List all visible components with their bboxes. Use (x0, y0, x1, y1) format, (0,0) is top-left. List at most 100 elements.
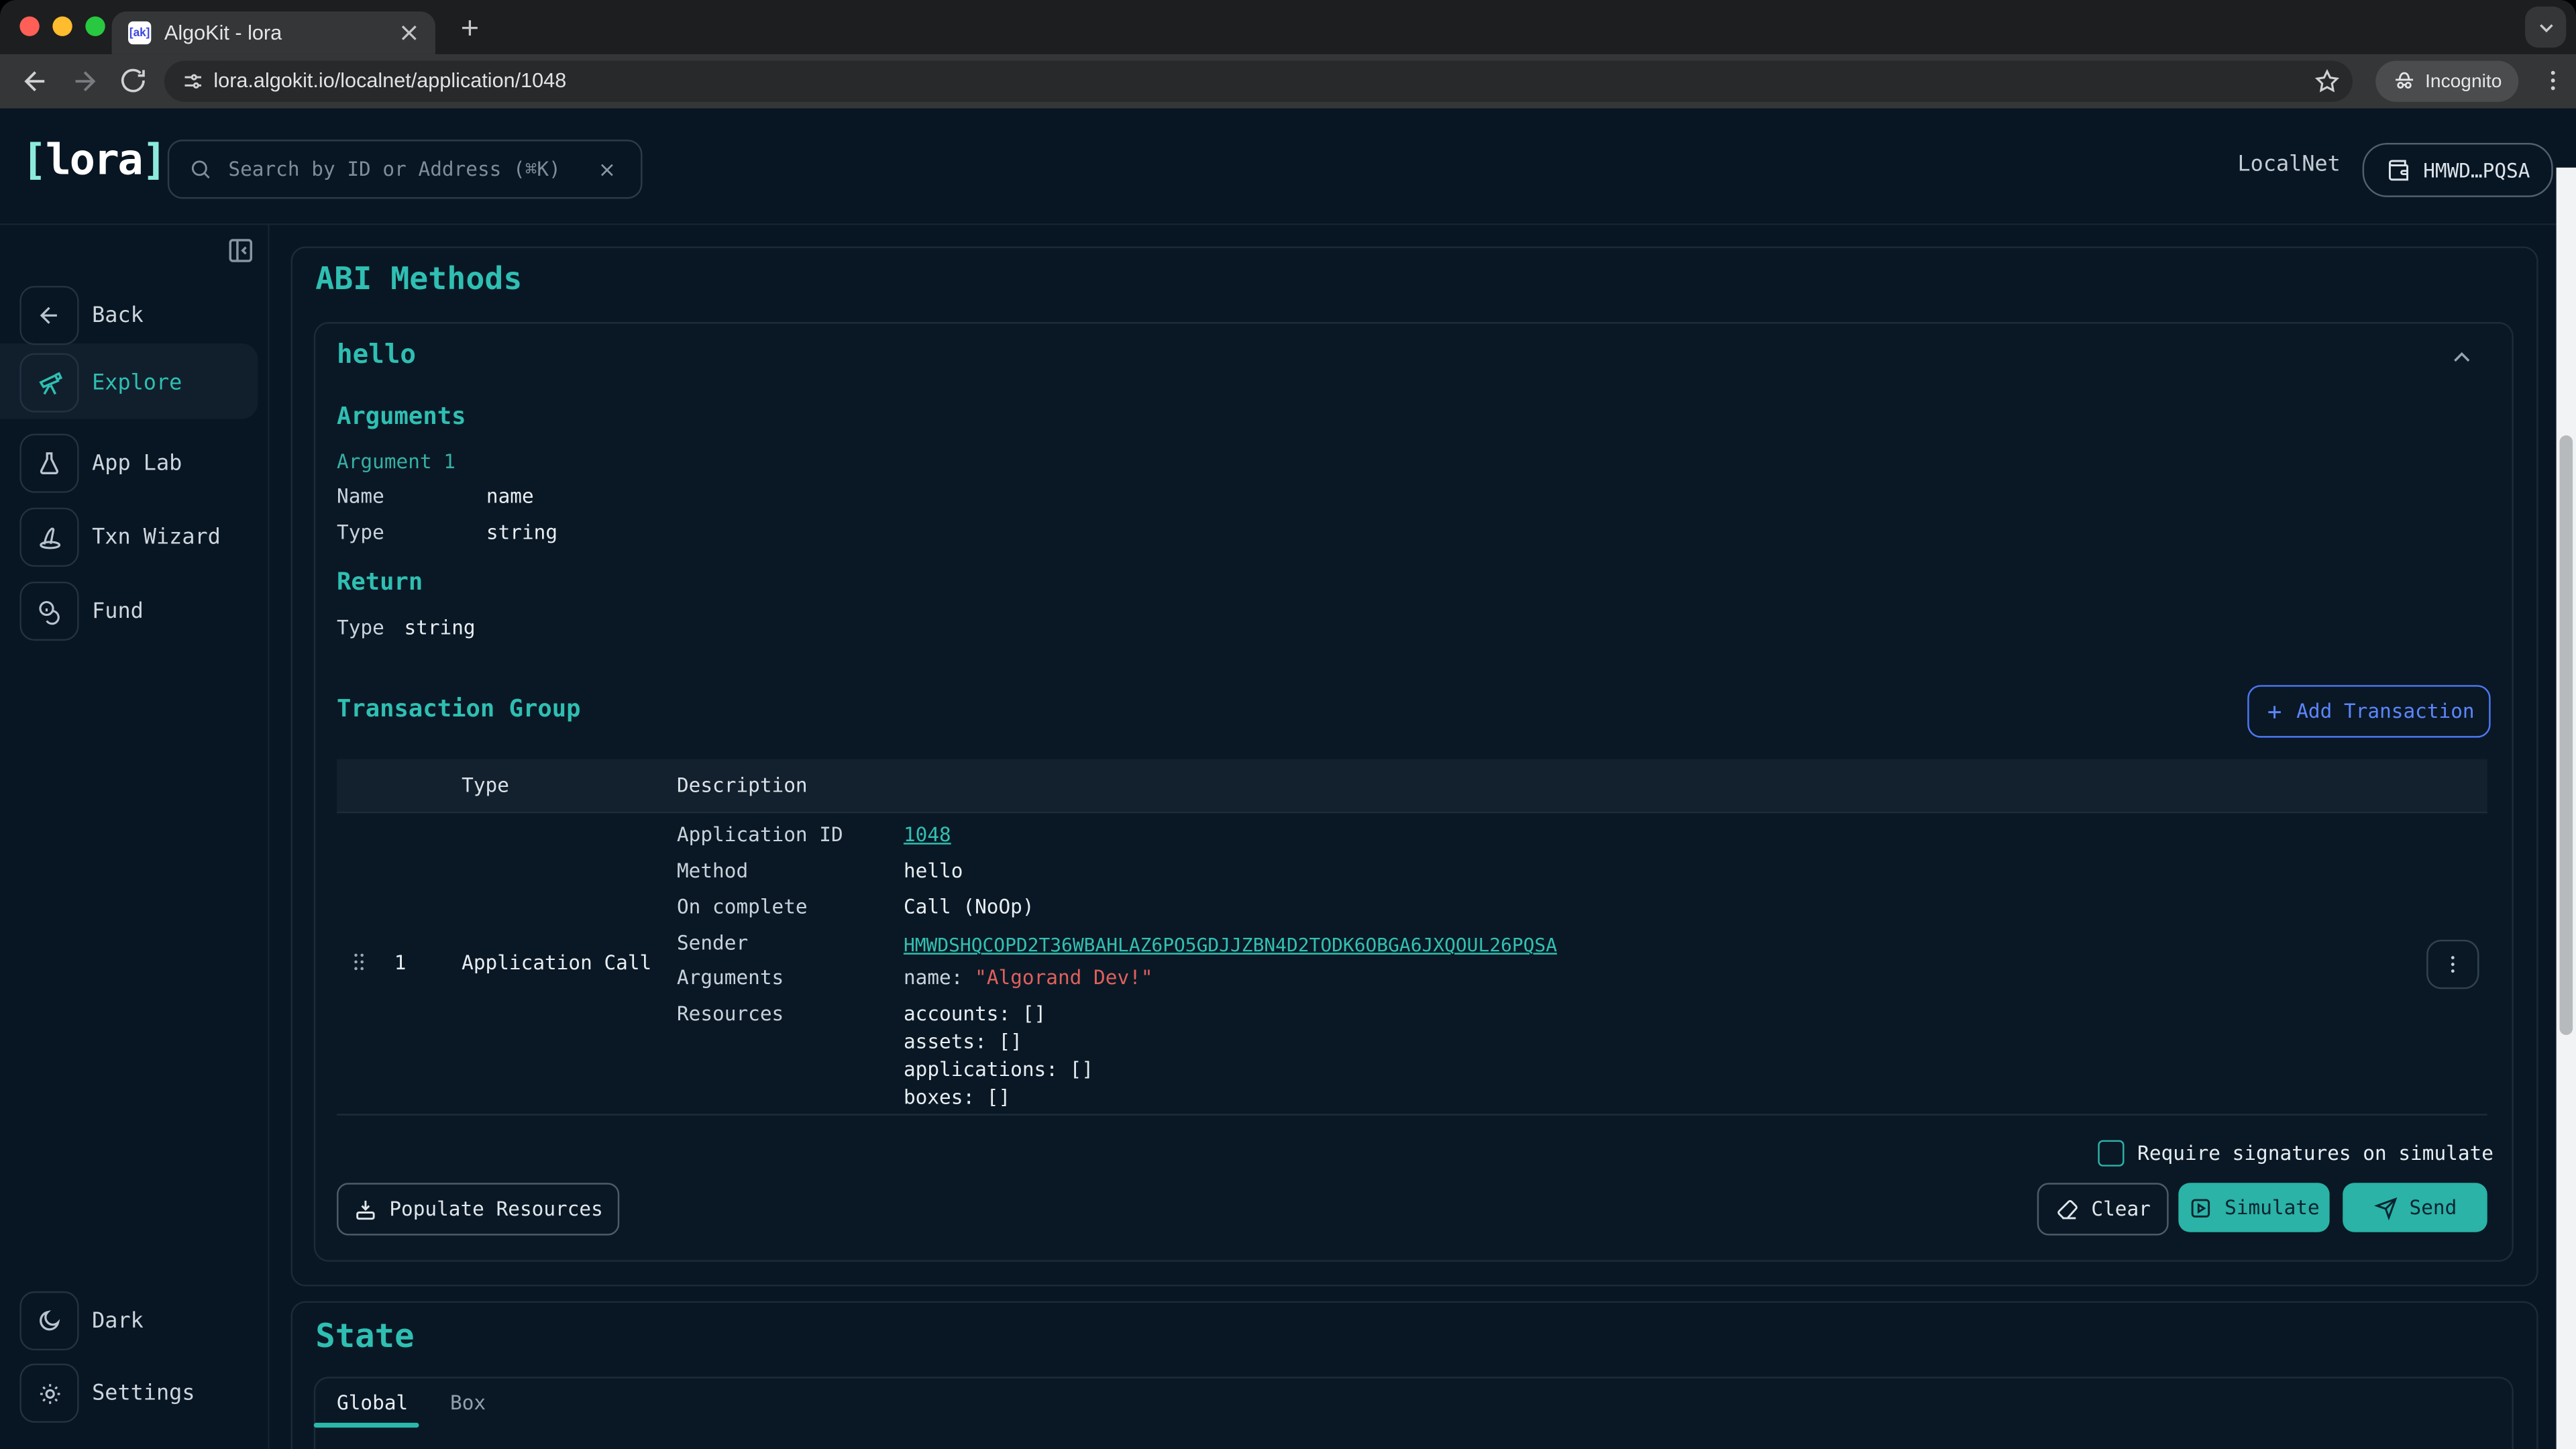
send-button[interactable]: Send (2343, 1183, 2487, 1232)
sidebar-item-app-lab[interactable]: App Lab (19, 434, 182, 493)
txn-row-type: Application Call (462, 951, 651, 974)
field-label: Sender (677, 932, 748, 955)
sidebar-item-label: Txn Wizard (92, 525, 221, 549)
resource-item: applications: [] (904, 1058, 1093, 1081)
sidebar-item-label: Back (92, 303, 144, 328)
wizard-hat-icon (19, 508, 78, 567)
arguments-heading: Arguments (337, 404, 466, 430)
wallet-icon (2385, 157, 2412, 183)
return-heading: Return (337, 570, 423, 596)
field-label: Arguments (677, 966, 784, 989)
search-input[interactable] (225, 156, 574, 182)
back-icon[interactable] (19, 66, 51, 97)
sidebar-item-dark-mode[interactable]: Dark (19, 1291, 143, 1350)
global-search[interactable] (168, 140, 643, 199)
tab-box[interactable]: Box (450, 1391, 486, 1414)
add-transaction-button[interactable]: Add Transaction (2247, 685, 2490, 737)
incognito-label: Incognito (2425, 72, 2502, 91)
incognito-badge: Incognito (2375, 61, 2518, 102)
field-label: Application ID (677, 823, 843, 846)
eraser-icon (2055, 1197, 2080, 1222)
require-signatures-label: Require signatures on simulate (2137, 1142, 2493, 1165)
tab-search-chevron-icon[interactable] (2525, 7, 2566, 48)
method-name: hello (337, 338, 416, 370)
browser-chrome: [ak] AlgoKit - lora (0, 0, 2576, 109)
plus-icon (2263, 700, 2285, 722)
window-zoom-button[interactable] (85, 16, 105, 36)
site-settings-icon[interactable] (180, 69, 205, 94)
application-id-link[interactable]: 1048 (904, 823, 951, 846)
arrow-left-icon (19, 286, 78, 345)
tab-favicon: [ak] (128, 21, 151, 44)
transaction-group-heading: Transaction Group (337, 696, 580, 722)
wallet-address: HMWD…PQSA (2423, 158, 2530, 181)
send-icon (2373, 1195, 2398, 1220)
lora-logo[interactable]: [lora] (21, 136, 166, 185)
sidebar-item-back[interactable]: Back (19, 286, 143, 345)
drag-handle-icon[interactable] (347, 948, 372, 976)
sidebar-item-fund[interactable]: Fund (19, 582, 143, 641)
incognito-icon (2392, 69, 2417, 94)
populate-resources-button[interactable]: Populate Resources (337, 1183, 619, 1235)
sidebar-item-label: Settings (92, 1381, 195, 1405)
browser-tab[interactable]: [ak] AlgoKit - lora (112, 11, 435, 54)
field-label: On complete (677, 896, 808, 918)
header-divider (0, 223, 2576, 225)
sidebar-item-explore[interactable]: Explore (19, 354, 182, 413)
simulate-button[interactable]: Simulate (2178, 1183, 2329, 1232)
sidebar-item-settings[interactable]: Settings (19, 1364, 195, 1423)
telescope-icon (19, 354, 78, 413)
row-menu-button[interactable] (2426, 940, 2479, 989)
download-icon (353, 1197, 378, 1222)
browser-menu-icon[interactable] (2540, 67, 2566, 93)
network-label[interactable]: LocalNet (2238, 153, 2341, 178)
column-header-description: Description (677, 773, 808, 796)
field-label: Resources (677, 1002, 784, 1025)
clear-button[interactable]: Clear (2037, 1183, 2169, 1235)
flask-icon (19, 434, 78, 493)
sidebar-divider (268, 225, 269, 1449)
url-bar[interactable]: lora.algokit.io/localnet/application/104… (164, 61, 2353, 102)
forward-icon[interactable] (69, 66, 101, 97)
search-clear-icon[interactable] (596, 158, 618, 180)
search-icon (189, 158, 212, 180)
column-header-type: Type (462, 773, 509, 796)
window-minimize-button[interactable] (52, 16, 72, 36)
collapse-chevron-icon[interactable] (2448, 343, 2476, 372)
field-label: Method (677, 859, 748, 882)
coins-icon (19, 582, 78, 641)
gear-icon (19, 1364, 78, 1423)
wallet-button[interactable]: HMWD…PQSA (2363, 143, 2553, 197)
tab-close-icon[interactable] (396, 19, 422, 46)
active-tab-underline (314, 1423, 419, 1428)
sidebar-item-label: App Lab (92, 451, 182, 476)
new-tab-icon[interactable] (457, 15, 483, 41)
arg-name-label: Name (337, 484, 384, 507)
reload-icon[interactable] (118, 66, 148, 95)
page-scrollbar-thumb[interactable] (2560, 435, 2573, 1035)
arg-name-value: name (486, 484, 534, 507)
window-close-button[interactable] (19, 16, 39, 36)
sender-address-link[interactable]: HMWDSHQCOPD2T36WBAHLAZ6PO5GDJJZBN4D2TODK… (904, 933, 1557, 956)
tab-title: AlgoKit - lora (164, 21, 282, 44)
simulate-signatures-option: Require signatures on simulate (2098, 1140, 2493, 1167)
sidebar-item-txn-wizard[interactable]: Txn Wizard (19, 508, 220, 567)
txn-row-index: 1 (394, 951, 407, 974)
url-text[interactable]: lora.algokit.io/localnet/application/104… (213, 69, 566, 92)
browser-window: [ak] AlgoKit - lora (0, 0, 2576, 1449)
resource-item: boxes: [] (904, 1086, 1010, 1109)
require-signatures-checkbox[interactable] (2098, 1140, 2124, 1167)
tab-global[interactable]: Global (337, 1391, 408, 1414)
arg-type-label: Type (337, 521, 384, 543)
resource-item: accounts: [] (904, 1002, 1046, 1025)
app-body: [lora] LocalNet HMWD…PQSA Ba (0, 109, 2576, 1449)
sidebar-collapse-icon[interactable] (225, 235, 257, 266)
row-divider (337, 1114, 2487, 1115)
sidebar-item-label: Fund (92, 599, 144, 624)
bookmark-star-icon[interactable] (2313, 67, 2341, 95)
abi-methods-title: ABI Methods (315, 261, 522, 297)
return-type-label: Type (337, 616, 384, 639)
arg-type-value: string (486, 521, 557, 543)
browser-toolbar: lora.algokit.io/localnet/application/104… (0, 54, 2576, 109)
moon-icon (19, 1291, 78, 1350)
